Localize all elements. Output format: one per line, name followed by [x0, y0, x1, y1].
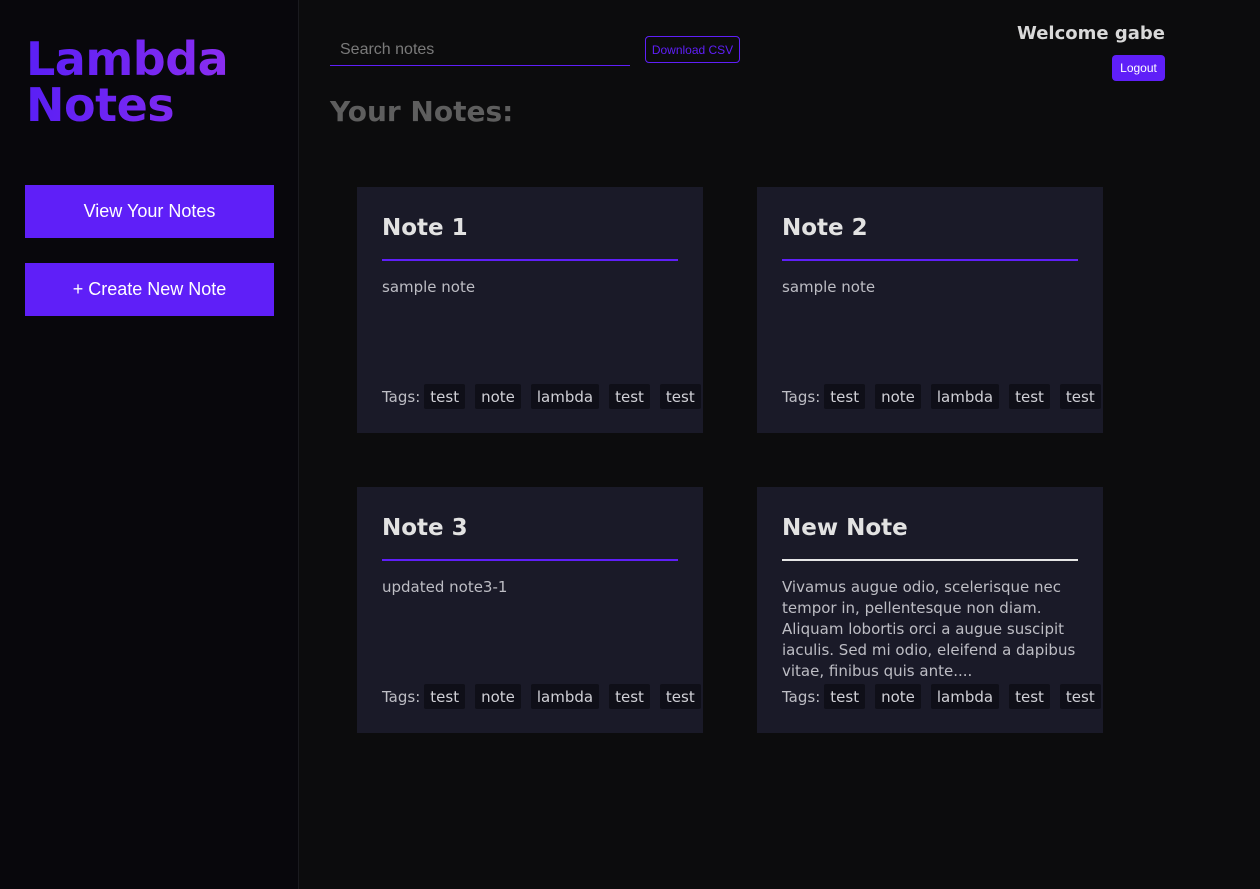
note-tags: Tags: test note lambda test test: [382, 684, 701, 709]
tag: lambda: [930, 384, 1000, 409]
tag: lambda: [530, 384, 600, 409]
view-notes-button[interactable]: View Your Notes: [25, 185, 274, 238]
tag: lambda: [530, 684, 600, 709]
note-divider: [782, 259, 1078, 261]
note-body: Vivamus augue odio, scelerisque nec temp…: [782, 578, 1076, 680]
create-note-button[interactable]: + Create New Note: [25, 263, 274, 316]
tags-label: Tags:: [782, 387, 821, 406]
note-card[interactable]: Note 2 sample note Tags: test note lambd…: [757, 187, 1103, 433]
tag: test: [424, 384, 466, 409]
note-tags: Tags: test note lambda test test: [382, 384, 701, 409]
tag: test: [1009, 384, 1050, 409]
note-body: sample note: [782, 278, 876, 296]
note-divider: [382, 259, 678, 261]
tag: test: [424, 684, 466, 709]
note-tags: Tags: test note lambda test test: [782, 684, 1101, 709]
page-title: Your Notes:: [330, 95, 514, 128]
tag: test: [1059, 684, 1101, 709]
tag: test: [1009, 684, 1050, 709]
tag: lambda: [930, 684, 1000, 709]
note-title: Note 2: [782, 215, 868, 241]
note-title: Note 3: [382, 515, 468, 541]
tag: note: [875, 384, 921, 409]
tag: note: [475, 384, 521, 409]
note-card[interactable]: Note 1 sample note Tags: test note lambd…: [357, 187, 703, 433]
tag: note: [475, 684, 521, 709]
sidebar: Lambda Notes View Your Notes + Create Ne…: [0, 0, 299, 889]
tags-label: Tags:: [382, 687, 421, 706]
note-title: New Note: [782, 515, 908, 541]
note-card[interactable]: Note 3 updated note3-1 Tags: test note l…: [357, 487, 703, 733]
tag: note: [875, 684, 921, 709]
logo-line-2: Notes: [26, 78, 175, 132]
note-title: Note 1: [382, 215, 468, 241]
tags-label: Tags:: [782, 687, 821, 706]
tag: test: [609, 684, 650, 709]
tag: test: [824, 684, 866, 709]
welcome-text: Welcome gabe: [1017, 23, 1165, 44]
note-body: updated note3-1: [382, 578, 508, 596]
note-body: sample note: [382, 278, 476, 296]
tag: test: [1059, 384, 1101, 409]
logo-line-1: Lambda: [26, 32, 229, 86]
note-divider: [782, 559, 1078, 561]
note-tags: Tags: test note lambda test test: [782, 384, 1101, 409]
download-csv-button[interactable]: Download CSV: [645, 36, 740, 63]
note-divider: [382, 559, 678, 561]
logout-button[interactable]: Logout: [1112, 55, 1165, 81]
tag: test: [824, 384, 866, 409]
tag: test: [659, 384, 701, 409]
tag: test: [609, 384, 650, 409]
tag: test: [659, 684, 701, 709]
note-card[interactable]: New Note Vivamus augue odio, scelerisque…: [757, 487, 1103, 733]
search-input[interactable]: [330, 34, 630, 66]
app-logo: Lambda Notes: [26, 36, 228, 128]
tags-label: Tags:: [382, 387, 421, 406]
